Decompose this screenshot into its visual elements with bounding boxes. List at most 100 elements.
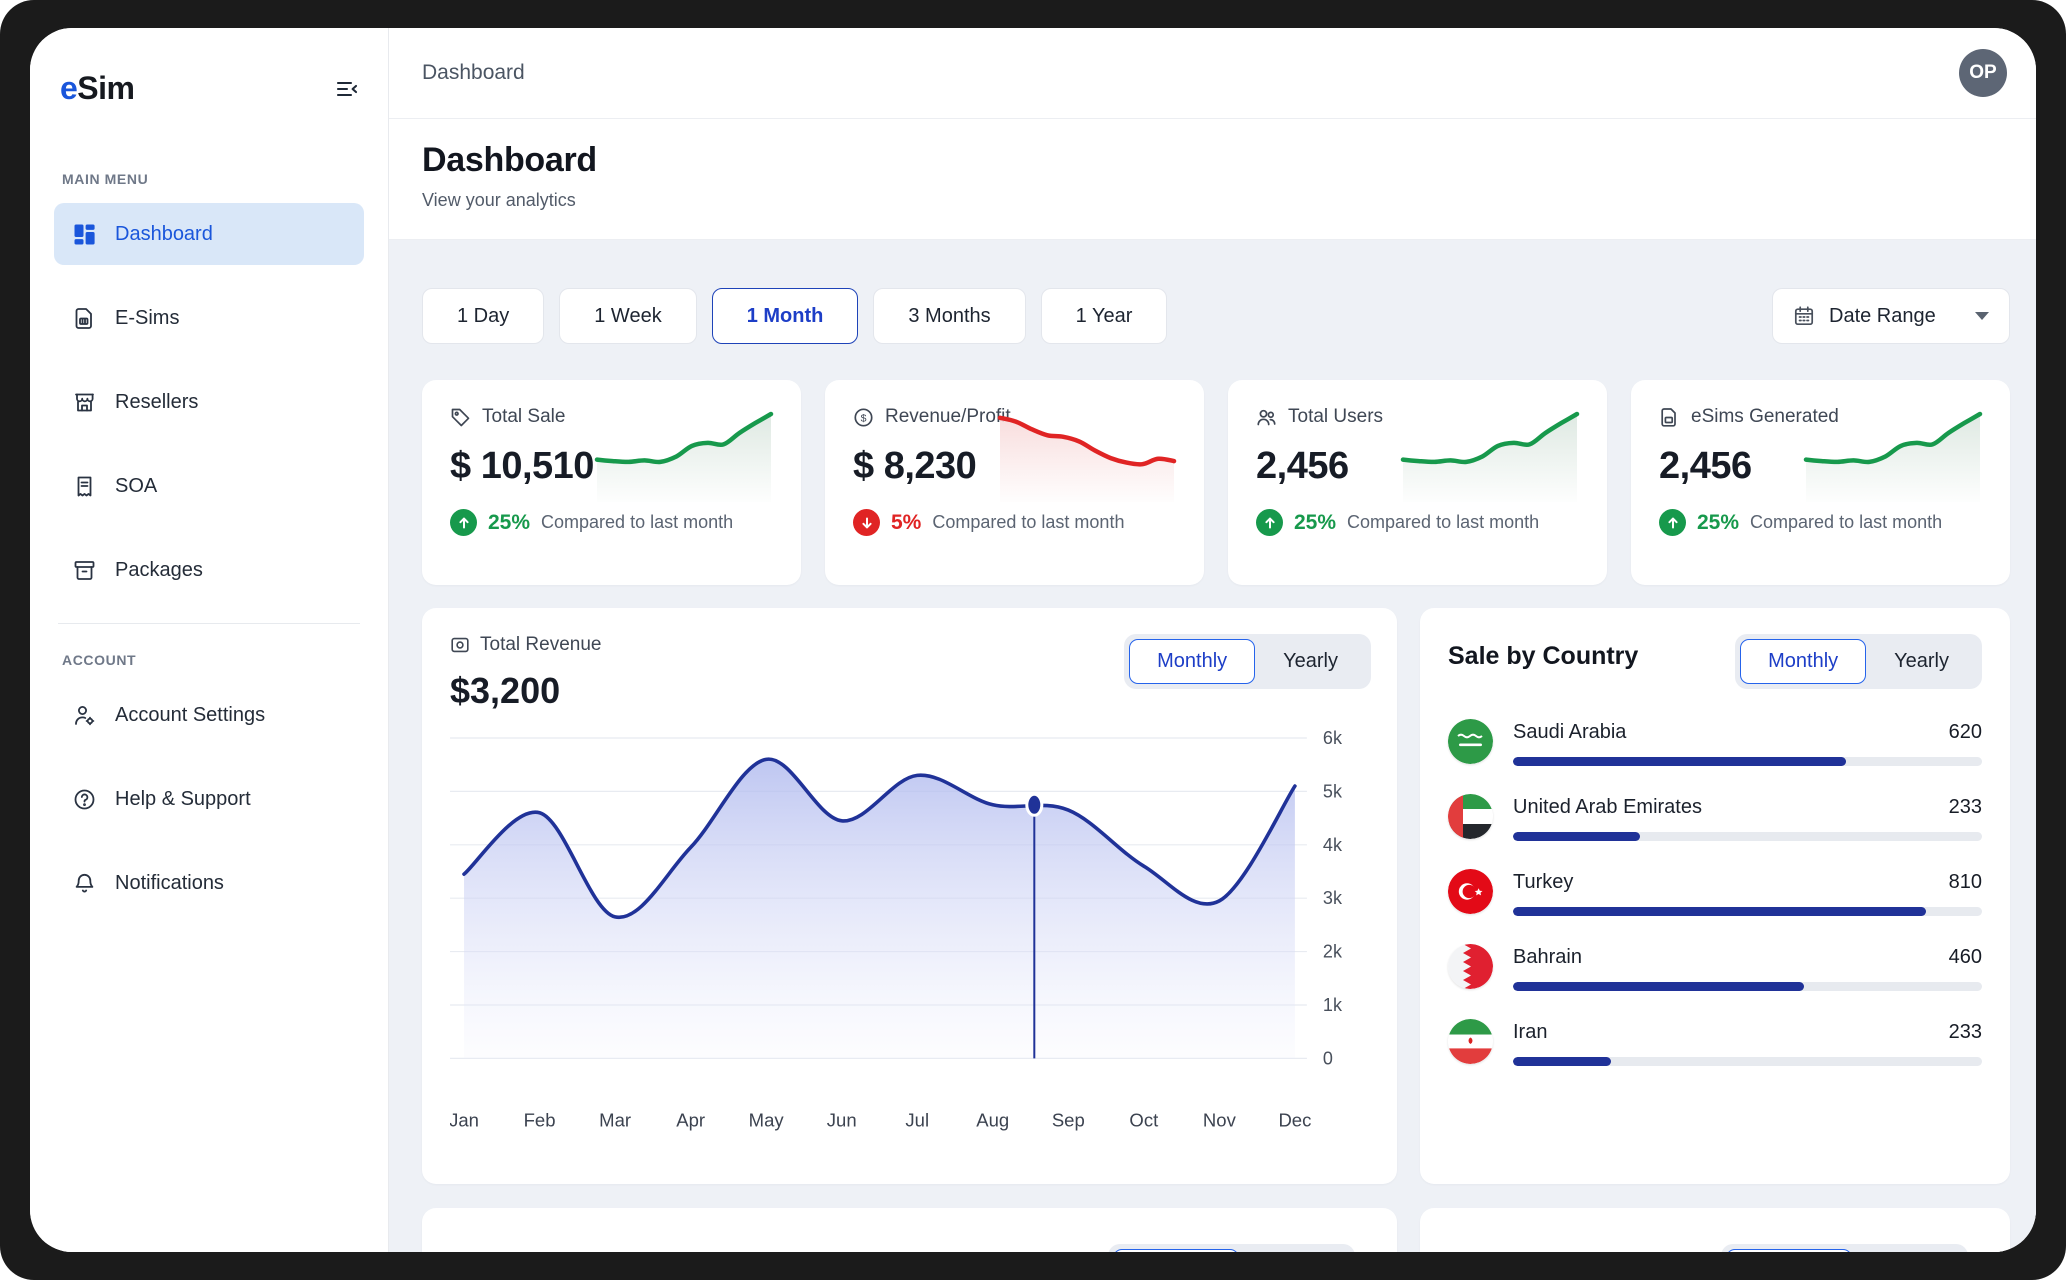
sidebar-item-label: Packages — [115, 559, 203, 582]
arrow-up-badge-icon — [1256, 509, 1283, 536]
svg-text:Nov: Nov — [1203, 1109, 1237, 1130]
revenue-toggle: Monthly Yearly — [1124, 634, 1371, 689]
svg-text:Feb: Feb — [524, 1109, 556, 1130]
svg-text:Jul: Jul — [905, 1109, 929, 1130]
bottom-left-toggle-monthly[interactable]: Monthly — [1113, 1249, 1239, 1252]
sale-by-country-title: Sale by Country — [1448, 642, 1638, 671]
sidebar-item-label: E-Sims — [115, 307, 179, 330]
sparkline-up — [1802, 404, 1984, 502]
country-bar — [1513, 1057, 1982, 1066]
date-range-label: Date Range — [1829, 305, 1936, 328]
flag-saudi-arabia-icon — [1448, 719, 1493, 764]
svg-text:Oct: Oct — [1129, 1109, 1158, 1130]
sidebar-item-help-support[interactable]: Help & Support — [54, 768, 364, 830]
sparkline-up — [593, 404, 775, 502]
range-button-1year[interactable]: 1 Year — [1041, 288, 1168, 344]
range-button-1day[interactable]: 1 Day — [422, 288, 544, 344]
country-value: 233 — [1949, 1021, 1982, 1044]
country-list: Saudi Arabia620 United Arab Emirates233 — [1448, 719, 1982, 1066]
range-button-1week[interactable]: 1 Week — [559, 288, 696, 344]
bell-icon — [72, 871, 96, 895]
svg-text:Aug: Aug — [976, 1109, 1009, 1130]
country-name: United Arab Emirates — [1513, 796, 1702, 819]
country-value: 460 — [1949, 946, 1982, 969]
sidebar-item-account-settings[interactable]: Account Settings — [54, 684, 364, 746]
country-row-turkey: Turkey810 — [1448, 869, 1982, 916]
svg-text:2k: 2k — [1323, 942, 1343, 962]
bottom-right-toggle: Monthly Yearly — [1721, 1244, 1968, 1252]
stat-label: Total Sale — [482, 406, 565, 428]
sidebar-collapse-icon[interactable] — [334, 76, 360, 102]
revenue-label: Total Revenue — [480, 634, 601, 656]
revenue-icon — [450, 635, 470, 655]
country-bar-fill — [1513, 757, 1846, 766]
svg-text:6k: 6k — [1323, 728, 1343, 748]
flag-turkey-icon — [1448, 869, 1493, 914]
range-button-3months[interactable]: 3 Months — [873, 288, 1025, 344]
revenue-toggle-monthly[interactable]: Monthly — [1129, 639, 1255, 684]
bottom-right-toggle-yearly[interactable]: Yearly — [1852, 1249, 1963, 1252]
arrow-down-badge-icon — [853, 509, 880, 536]
stat-card-esims-generated: eSims Generated 2,456 25% Compared to la… — [1631, 380, 2010, 585]
flag-uae-icon — [1448, 794, 1493, 839]
country-bar-fill — [1513, 832, 1640, 841]
sidebar-item-label: SOA — [115, 475, 157, 498]
receipt-icon — [72, 474, 96, 498]
sidebar-item-label: Account Settings — [115, 704, 265, 727]
help-circle-icon — [72, 787, 96, 811]
stat-delta: 25% — [488, 511, 530, 535]
archive-box-icon — [72, 558, 96, 582]
country-bar-fill — [1513, 982, 1804, 991]
country-bar — [1513, 832, 1982, 841]
country-bar — [1513, 757, 1982, 766]
page-title: Dashboard — [422, 141, 2003, 180]
svg-text:1k: 1k — [1323, 995, 1343, 1015]
stat-delta: 25% — [1294, 511, 1336, 535]
country-bar-fill — [1513, 1057, 1611, 1066]
country-bar — [1513, 907, 1982, 916]
account-label: ACCOUNT — [62, 652, 364, 668]
date-range-select[interactable]: Date Range — [1772, 288, 2010, 344]
sale-toggle-monthly[interactable]: Monthly — [1740, 639, 1866, 684]
app-logo: eSim — [60, 70, 134, 107]
country-name: Iran — [1513, 1021, 1547, 1044]
avatar[interactable]: OP — [1959, 49, 2007, 97]
svg-text:5k: 5k — [1323, 781, 1343, 801]
sidebar-item-label: Resellers — [115, 391, 198, 414]
svg-text:May: May — [749, 1109, 785, 1130]
tag-icon — [450, 407, 471, 428]
sidebar-item-notifications[interactable]: Notifications — [54, 852, 364, 914]
revenue-value: $3,200 — [450, 670, 601, 712]
chevron-down-icon — [1975, 312, 1989, 320]
svg-text:Jun: Jun — [827, 1109, 857, 1130]
bottom-row: Monthly Yearly Monthly Yearly — [422, 1208, 2010, 1252]
sidebar-item-label: Dashboard — [115, 223, 213, 246]
sidebar-item-dashboard[interactable]: Dashboard — [54, 203, 364, 265]
sidebar-item-esims[interactable]: E-Sims — [54, 287, 364, 349]
sale-toggle: Monthly Yearly — [1735, 634, 1982, 689]
stat-card-total-users: Total Users 2,456 25% Compared to last m… — [1228, 380, 1607, 585]
bottom-left-toggle-yearly[interactable]: Yearly — [1239, 1249, 1350, 1252]
revenue-toggle-yearly[interactable]: Yearly — [1255, 639, 1366, 684]
svg-text:3k: 3k — [1323, 888, 1343, 908]
filter-row: 1 Day 1 Week 1 Month 3 Months 1 Year Dat… — [422, 288, 2010, 344]
sidebar-item-packages[interactable]: Packages — [54, 539, 364, 601]
sale-toggle-yearly[interactable]: Yearly — [1866, 639, 1977, 684]
users-icon — [1256, 407, 1277, 428]
sim-card-icon — [72, 306, 96, 330]
bottom-card-right: Monthly Yearly — [1420, 1208, 2010, 1252]
stat-label: Revenue/Profit — [885, 406, 1011, 428]
stats-row: Total Sale $ 10,510 25% Compared to last… — [422, 380, 2010, 585]
bottom-right-toggle-monthly[interactable]: Monthly — [1726, 1249, 1852, 1252]
country-row-uae: United Arab Emirates233 — [1448, 794, 1982, 841]
sidebar-item-soa[interactable]: SOA — [54, 455, 364, 517]
svg-text:$: $ — [861, 412, 867, 424]
breadcrumb[interactable]: Dashboard — [422, 61, 525, 85]
flag-bahrain-icon — [1448, 944, 1493, 989]
topbar: Dashboard OP — [389, 28, 2036, 119]
sidebar-item-resellers[interactable]: Resellers — [54, 371, 364, 433]
revenue-chart[interactable]: 6k5k4k3k2k1k0JanFebMarAprMayJunJulAugSep… — [450, 722, 1371, 1134]
country-bar — [1513, 982, 1982, 991]
storefront-icon — [72, 390, 96, 414]
range-button-1month[interactable]: 1 Month — [712, 288, 859, 344]
